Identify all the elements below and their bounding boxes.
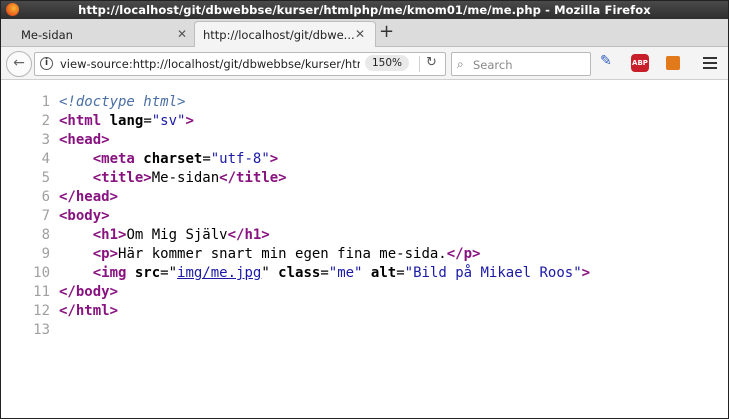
extension-icon[interactable]: [666, 56, 680, 70]
search-placeholder: Search: [473, 58, 513, 72]
title-bar: http://localhost/git/dbwebbse/kurser/htm…: [1, 1, 728, 19]
search-field[interactable]: ⌕ Search: [451, 52, 591, 76]
tab-me-sidan[interactable]: Me-sidan ✕: [9, 22, 192, 46]
tag: </title>: [219, 170, 287, 186]
source-line: 7 <body>: [1, 207, 110, 226]
search-icon: ⌕: [457, 57, 464, 71]
new-tab-icon[interactable]: +: [379, 22, 394, 42]
tag: <p>: [92, 246, 119, 262]
tab-view-source[interactable]: http://localhost/git/dbwe... ✕: [194, 21, 376, 47]
equals: =: [396, 265, 405, 281]
tag: <head>: [59, 132, 110, 148]
tag: </html>: [59, 303, 119, 319]
window-title: http://localhost/git/dbwebbse/kurser/htm…: [78, 3, 651, 17]
equals: =: [143, 113, 152, 129]
line-number: 5: [41, 170, 50, 186]
tag: >: [581, 265, 591, 281]
image-source-link[interactable]: img/me.jpg: [177, 265, 261, 281]
text-content: Me-sidan: [151, 170, 220, 186]
tag: </body>: [59, 284, 119, 300]
source-line: 8 <h1>Om Mig Själv</h1>: [1, 226, 270, 245]
line-number: 10: [33, 265, 50, 281]
line-number: 9: [41, 246, 50, 262]
navigation-toolbar: ← i view-source:http://localhost/git/dbw…: [1, 47, 728, 80]
source-line: 9 <p>Här kommer snart min egen fina me-s…: [1, 245, 481, 264]
source-line: 12 </html>: [1, 302, 118, 321]
line-number: 6: [41, 189, 50, 205]
tag: >: [269, 151, 279, 167]
source-line: 4 <meta charset="utf-8">: [1, 150, 279, 169]
text-content: Om Mig Själv: [126, 227, 228, 243]
attr-value: "utf-8": [210, 151, 270, 167]
line-number: 7: [41, 208, 50, 224]
equals: =: [202, 151, 211, 167]
url-divider: [419, 56, 420, 72]
tag: <meta: [92, 151, 135, 167]
close-tab-icon[interactable]: ✕: [355, 27, 365, 41]
line-number: 3: [41, 132, 50, 148]
source-line: 6 </head>: [1, 188, 118, 207]
eyedropper-icon[interactable]: ✎: [600, 53, 618, 71]
attr-value: "me": [328, 265, 363, 281]
tab-label: Me-sidan: [21, 28, 73, 42]
url-input[interactable]: view-source:http://localhost/git/dbwebbs…: [60, 57, 360, 71]
close-tab-icon[interactable]: ✕: [177, 27, 187, 41]
line-number: 13: [33, 322, 50, 338]
text-content: Här kommer snart min egen fina me-sida.: [118, 246, 447, 262]
tag: <html: [59, 113, 102, 129]
line-number: 2: [41, 113, 50, 129]
info-icon[interactable]: i: [40, 57, 53, 70]
tab-strip: Me-sidan ✕ http://localhost/git/dbwe... …: [1, 19, 728, 47]
attr-name: lang: [101, 113, 144, 129]
doctype: <!doctype html>: [59, 94, 186, 110]
tab-label: http://localhost/git/dbwe...: [203, 28, 355, 42]
zoom-badge[interactable]: 150%: [365, 55, 410, 71]
quote: ": [261, 265, 270, 281]
source-line: 5 <title>Me-sidan</title>: [1, 169, 287, 188]
source-view: 1 <!doctype html> 2 <html lang="sv"> 3 <hea…: [1, 80, 728, 418]
tag: <title>: [92, 170, 152, 186]
reload-icon[interactable]: ↻: [426, 55, 437, 70]
tag: >: [185, 113, 194, 129]
tag: <h1>: [92, 227, 127, 243]
attr-name: alt: [362, 265, 397, 281]
tag: </head>: [59, 189, 119, 205]
line-number: 8: [41, 227, 50, 243]
url-bar[interactable]: i view-source:http://localhost/git/dbweb…: [34, 52, 446, 76]
line-number: 12: [33, 303, 50, 319]
attr-name: charset: [134, 151, 203, 167]
tag: <body>: [59, 208, 110, 224]
source-line: 10 <img src="img/me.jpg" class="me" alt=…: [1, 264, 590, 283]
equals: =: [320, 265, 329, 281]
attr-name: src: [126, 265, 161, 281]
source-line: 2 <html lang="sv">: [1, 112, 194, 131]
tag: </p>: [446, 246, 481, 262]
tag: </h1>: [227, 227, 270, 243]
line-number: 11: [33, 284, 50, 300]
attr-value: "Bild på Mikael Roos": [404, 265, 582, 281]
source-line: 3 <head>: [1, 131, 110, 150]
tag: <img: [92, 265, 127, 281]
line-number: 1: [41, 94, 50, 110]
source-line: 1 <!doctype html>: [1, 93, 186, 112]
attr-name: class: [269, 265, 321, 281]
source-line: 11 </body>: [1, 283, 118, 302]
attr-value: "sv": [151, 113, 186, 129]
back-arrow-icon[interactable]: ←: [6, 51, 32, 77]
line-number: 4: [41, 151, 50, 167]
browser-window: http://localhost/git/dbwebbse/kurser/htm…: [0, 0, 729, 419]
equals: =": [160, 265, 178, 281]
source-line: 13: [1, 321, 59, 340]
hamburger-menu-icon[interactable]: [703, 57, 717, 75]
adblock-plus-icon[interactable]: ABP: [631, 54, 649, 72]
